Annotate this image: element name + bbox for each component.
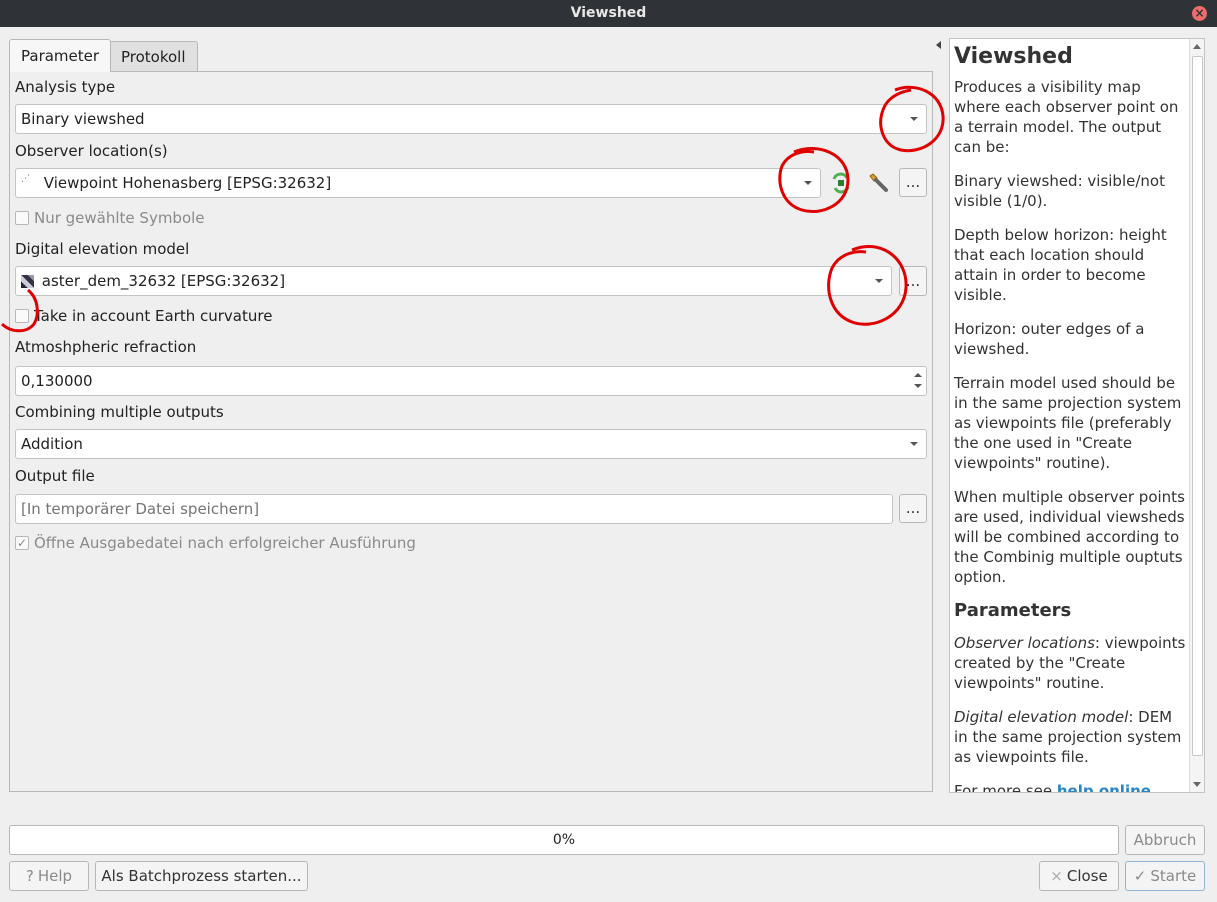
- combining-label: Combining multiple outputs: [15, 403, 224, 421]
- tab-parameter[interactable]: Parameter: [9, 39, 112, 72]
- refraction-value: 0,130000: [21, 372, 93, 390]
- help-term: Digital elevation model: [954, 708, 1129, 726]
- observer-browse-button[interactable]: ...: [899, 168, 927, 197]
- chevron-down-icon: [910, 442, 918, 446]
- help-paragraph: For more see help online.: [954, 781, 1188, 793]
- observer-select[interactable]: ⋰ Viewpoint Hohenasberg [EPSG:32632]: [15, 168, 821, 198]
- open-output-checkbox[interactable]: ✓: [15, 536, 29, 550]
- refraction-spinbox[interactable]: 0,130000: [15, 366, 927, 396]
- point-layer-icon: ⋰: [21, 174, 30, 184]
- progress-text: 0%: [552, 832, 576, 848]
- refraction-label: Atmoshpheric refraction: [15, 338, 197, 356]
- check-icon: ✓: [1133, 867, 1147, 885]
- cancel-button[interactable]: Abbruch: [1125, 825, 1205, 855]
- close-button-label: Close: [1066, 867, 1108, 885]
- scroll-thumb[interactable]: [1192, 56, 1203, 756]
- help-paragraph: Depth below horizon: height that each lo…: [954, 226, 1167, 304]
- help-paragraph: Produces a visibility map where each obs…: [954, 78, 1179, 156]
- dem-select[interactable]: aster_dem_32632 [EPSG:32632]: [15, 266, 892, 296]
- help-paragraph: Digital elevation model: DEM in the same…: [954, 707, 1188, 767]
- start-button-label: Starte: [1150, 867, 1197, 885]
- scroll-up-icon[interactable]: [1193, 44, 1201, 49]
- help-button-label: Help: [37, 867, 73, 885]
- analysis-type-label: Analysis type: [15, 78, 116, 96]
- iterate-features-icon[interactable]: [829, 171, 853, 195]
- analysis-type-select[interactable]: Binary viewshed: [15, 104, 927, 134]
- help-term: Observer locations: [954, 634, 1095, 652]
- analysis-type-value: Binary viewshed: [21, 110, 145, 128]
- output-label: Output file: [15, 467, 95, 485]
- combining-select[interactable]: Addition: [15, 429, 927, 459]
- help-paragraph: Horizon: outer edges of a viewshed.: [954, 320, 1145, 358]
- start-button[interactable]: ✓ Starte: [1125, 861, 1205, 891]
- combining-value: Addition: [21, 435, 83, 453]
- tab-protokoll-label: Protokoll: [121, 48, 186, 66]
- help-title: Viewshed: [954, 44, 1073, 69]
- batch-button[interactable]: Als Batchprozess starten...: [95, 861, 308, 891]
- progress-bar: 0%: [9, 825, 1119, 855]
- raster-layer-icon: [21, 275, 34, 288]
- help-text: .: [1150, 782, 1156, 793]
- open-output-label: Öffne Ausgabedatei nach erfolgreicher Au…: [34, 534, 416, 552]
- selected-only-label: Nur gewählte Symbole: [34, 209, 205, 227]
- help-button[interactable]: ? Help: [9, 861, 89, 891]
- help-paragraph: Binary viewshed: visible/not visible (1/…: [954, 172, 1165, 210]
- help-content: Viewshed Produces a visibility map where…: [954, 39, 1188, 793]
- collapse-help-icon[interactable]: [936, 41, 941, 49]
- scroll-down-icon[interactable]: [1193, 782, 1201, 787]
- spin-up-icon[interactable]: [914, 373, 922, 377]
- chevron-down-icon: [910, 117, 918, 121]
- title-bar: Viewshed ×: [0, 0, 1217, 27]
- dem-value: aster_dem_32632 [EPSG:32632]: [41, 272, 286, 290]
- chevron-down-icon: [804, 181, 812, 185]
- tab-protokoll[interactable]: Protokoll: [109, 41, 198, 71]
- help-scrollbar[interactable]: [1189, 39, 1204, 792]
- chevron-down-icon: [875, 279, 883, 283]
- curvature-label: Take in account Earth curvature: [34, 307, 273, 325]
- output-file-input[interactable]: [15, 494, 893, 524]
- spin-down-icon[interactable]: [914, 384, 922, 388]
- observer-label: Observer location(s): [15, 142, 168, 160]
- help-paragraph: Observer locations: viewpoints created b…: [954, 633, 1188, 693]
- close-window-icon[interactable]: ×: [1192, 6, 1207, 21]
- help-online-link[interactable]: help online: [1057, 782, 1151, 792]
- help-paragraph: Terrain model used should be in the same…: [954, 374, 1182, 472]
- question-icon: ?: [25, 867, 34, 885]
- window-title: Viewshed: [570, 5, 647, 21]
- tab-parameter-label: Parameter: [21, 47, 100, 65]
- close-icon: ×: [1050, 867, 1063, 885]
- close-button[interactable]: × Close: [1039, 861, 1119, 891]
- help-parameters-heading: Parameters: [954, 600, 1072, 621]
- curvature-checkbox[interactable]: [15, 309, 29, 323]
- help-paragraph: When multiple observer points are used, …: [954, 488, 1185, 586]
- dem-browse-button[interactable]: ...: [899, 266, 927, 296]
- selected-only-checkbox[interactable]: [15, 211, 29, 225]
- output-browse-button[interactable]: ...: [899, 494, 927, 523]
- observer-value: Viewpoint Hohenasberg [EPSG:32632]: [43, 174, 332, 192]
- help-panel: Viewshed Produces a visibility map where…: [949, 38, 1205, 793]
- wrench-icon[interactable]: [865, 170, 891, 196]
- help-text: For more see: [954, 782, 1057, 793]
- dem-label: Digital elevation model: [15, 240, 190, 258]
